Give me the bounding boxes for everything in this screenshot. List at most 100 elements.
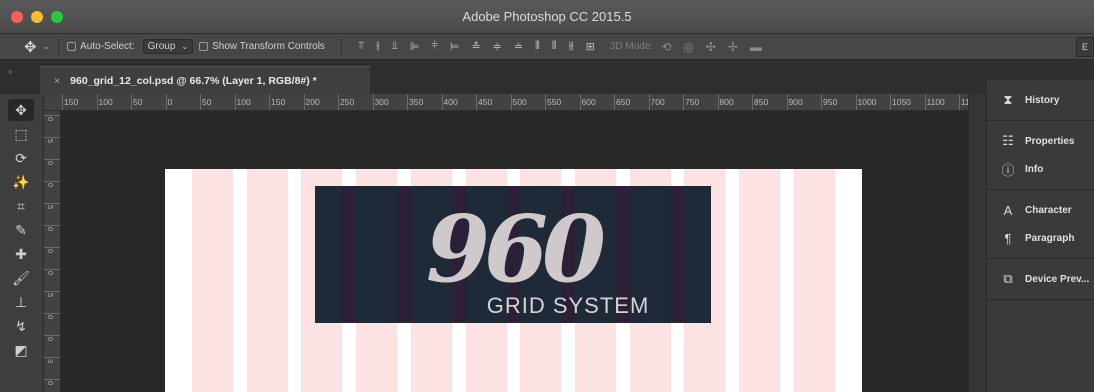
auto-select-checkbox[interactable]: Auto-Select: bbox=[67, 41, 135, 52]
ruler-tick bbox=[44, 247, 60, 248]
ruler-label: 150 bbox=[64, 97, 79, 107]
slide-3d-icon[interactable]: ✢ bbox=[728, 40, 738, 54]
tools-panel: ✥ ⬚ ⟳ ✨ ⌗ ✎ ✚ 🖌 ⊥ ↯ ◩ bbox=[0, 94, 44, 392]
document-tab[interactable]: × 960_grid_12_col.psd @ 66.7% (Layer 1, … bbox=[40, 66, 370, 94]
ruler-label: 0 bbox=[46, 271, 55, 276]
collapse-panels-icon[interactable]: » bbox=[8, 67, 12, 76]
brush-tool-icon[interactable]: 🖌 bbox=[8, 267, 34, 289]
lasso-tool-icon[interactable]: ⟳ bbox=[8, 147, 34, 169]
ruler-label: 0 bbox=[46, 337, 55, 342]
ruler-tick bbox=[890, 94, 891, 110]
ruler-label: 550 bbox=[547, 97, 562, 107]
marquee-tool-icon[interactable]: ⬚ bbox=[8, 123, 34, 145]
panel-label: Properties bbox=[1025, 135, 1075, 147]
stamp-tool-icon[interactable]: ⊥ bbox=[8, 291, 34, 313]
distribute-left-icon[interactable]: ⫴ bbox=[535, 40, 540, 53]
align-top-icon[interactable]: ⫪ bbox=[358, 40, 364, 53]
panel-properties[interactable]: ☷ Properties bbox=[987, 127, 1094, 155]
canvas-workspace[interactable]: 960 GRID SYSTEM bbox=[61, 111, 968, 392]
rotate-3d-icon[interactable]: ⟲ bbox=[661, 40, 671, 54]
divider bbox=[58, 38, 60, 55]
logo-subtitle: GRID SYSTEM bbox=[486, 293, 650, 318]
ruler-tick bbox=[717, 94, 719, 110]
ruler-tick bbox=[614, 94, 615, 110]
document-tab-title: 960_grid_12_col.psd @ 66.7% (Layer 1, RG… bbox=[70, 74, 317, 87]
ruler-label: 0 bbox=[46, 381, 55, 386]
panel-device-prev[interactable]: ⧉ Device Prev... bbox=[987, 265, 1094, 293]
history-icon: ⧗ bbox=[1003, 92, 1013, 107]
move-tool-icon[interactable]: ✥ bbox=[8, 99, 34, 121]
panel-label: Character bbox=[1025, 204, 1072, 216]
ruler-tick bbox=[44, 137, 60, 138]
panel-paragraph[interactable]: ¶ Paragraph bbox=[987, 224, 1094, 252]
ruler-label: 100 bbox=[236, 97, 251, 107]
ruler-tick bbox=[510, 94, 512, 110]
ruler-tick bbox=[44, 225, 60, 226]
chevron-down-icon[interactable]: ⌄ bbox=[43, 41, 51, 52]
ruler-tick bbox=[44, 335, 60, 336]
distribute-top-icon[interactable]: ≛ bbox=[471, 40, 480, 53]
grid-column bbox=[739, 169, 780, 392]
align-vertical-center-icon[interactable]: ⫲ bbox=[376, 40, 379, 53]
distribute-vertical-center-icon[interactable]: ≑ bbox=[493, 40, 502, 53]
auto-select-value: Group bbox=[147, 41, 176, 52]
properties-icon: ☷ bbox=[1002, 133, 1014, 148]
drag-3d-icon[interactable]: ✣ bbox=[706, 40, 716, 54]
document-canvas[interactable]: 960 GRID SYSTEM bbox=[165, 169, 862, 392]
ruler-tick bbox=[44, 269, 60, 270]
ruler-label: 0 bbox=[46, 227, 55, 232]
scale-3d-icon[interactable]: ▬ bbox=[750, 40, 762, 54]
panel-info[interactable]: ⓘ Info bbox=[987, 155, 1094, 183]
eraser-tool-icon[interactable]: ◩ bbox=[8, 339, 34, 361]
panel-history[interactable]: ⧗ History bbox=[987, 86, 1094, 114]
eyedropper-tool-icon[interactable]: ✎ bbox=[8, 219, 34, 241]
align-right-icon[interactable]: ⊨ bbox=[450, 40, 460, 53]
ruler-tick bbox=[165, 94, 167, 110]
ruler-label: 700 bbox=[650, 97, 665, 107]
align-bottom-icon[interactable]: ⫫ bbox=[392, 40, 398, 53]
ruler-tick bbox=[545, 94, 546, 110]
ruler-tick bbox=[234, 94, 236, 110]
ruler-label: 350 bbox=[409, 97, 424, 107]
ruler-label: 3 bbox=[46, 359, 55, 364]
title-bar: Adobe Photoshop CC 2015.5 bbox=[0, 0, 1094, 34]
horizontal-ruler[interactable]: 150 100 50 0 50 100 150 200 250 300 350 400 450 500 55… bbox=[44, 94, 968, 111]
ruler-tick bbox=[44, 203, 60, 204]
ruler-label: 800 bbox=[719, 97, 734, 107]
grid-column bbox=[246, 169, 288, 392]
history-brush-tool-icon[interactable]: ↯ bbox=[8, 315, 34, 337]
panel-character[interactable]: A Character bbox=[987, 196, 1094, 224]
close-icon[interactable]: × bbox=[54, 75, 60, 87]
healing-brush-tool-icon[interactable]: ✚ bbox=[8, 243, 34, 265]
crop-tool-icon[interactable]: ⌗ bbox=[8, 195, 34, 217]
workspace-switcher[interactable]: E bbox=[1076, 37, 1094, 57]
ruler-label: 5 bbox=[46, 139, 55, 144]
ruler-tick bbox=[200, 94, 201, 110]
ruler-tick bbox=[44, 379, 60, 380]
ruler-tick bbox=[786, 94, 788, 110]
align-horizontal-center-icon[interactable]: ⫩ bbox=[432, 40, 438, 53]
move-tool-preset-icon[interactable]: ✥ bbox=[24, 38, 37, 56]
ruler-label: 400 bbox=[443, 97, 458, 107]
distribute-bottom-icon[interactable]: ≐ bbox=[514, 40, 523, 53]
roll-3d-icon[interactable]: ◎ bbox=[683, 40, 693, 54]
align-left-icon[interactable]: ⊫ bbox=[410, 40, 420, 53]
vertical-ruler[interactable]: 0 5 0 0 5 0 0 0 5 0 0 3 0 bbox=[44, 111, 61, 392]
distribute-horizontal-center-icon[interactable]: ⦀ bbox=[552, 40, 557, 53]
ruler-tick bbox=[44, 313, 60, 314]
right-panels: ⧗ History ☷ Properties ⓘ Info A Character ¶ Par… bbox=[986, 80, 1094, 392]
distribute-right-icon[interactable]: ⫵ bbox=[569, 40, 574, 53]
auto-align-layers-icon[interactable]: ⊞ bbox=[586, 40, 595, 53]
ruler-tick bbox=[372, 94, 374, 110]
magic-wand-tool-icon[interactable]: ✨ bbox=[8, 171, 34, 193]
auto-select-dropdown[interactable]: Group ⌄ bbox=[142, 39, 194, 54]
show-transform-controls-checkbox[interactable]: Show Transform Controls bbox=[199, 41, 325, 52]
ruler-tick bbox=[44, 181, 60, 182]
ruler-tick bbox=[44, 115, 60, 116]
ruler-tick bbox=[62, 94, 63, 110]
ruler-tick bbox=[683, 94, 684, 110]
ruler-tick bbox=[96, 94, 98, 110]
app-title: Adobe Photoshop CC 2015.5 bbox=[462, 9, 632, 24]
device-preview-icon: ⧉ bbox=[1003, 271, 1013, 286]
ruler-label: 100 bbox=[98, 97, 113, 107]
